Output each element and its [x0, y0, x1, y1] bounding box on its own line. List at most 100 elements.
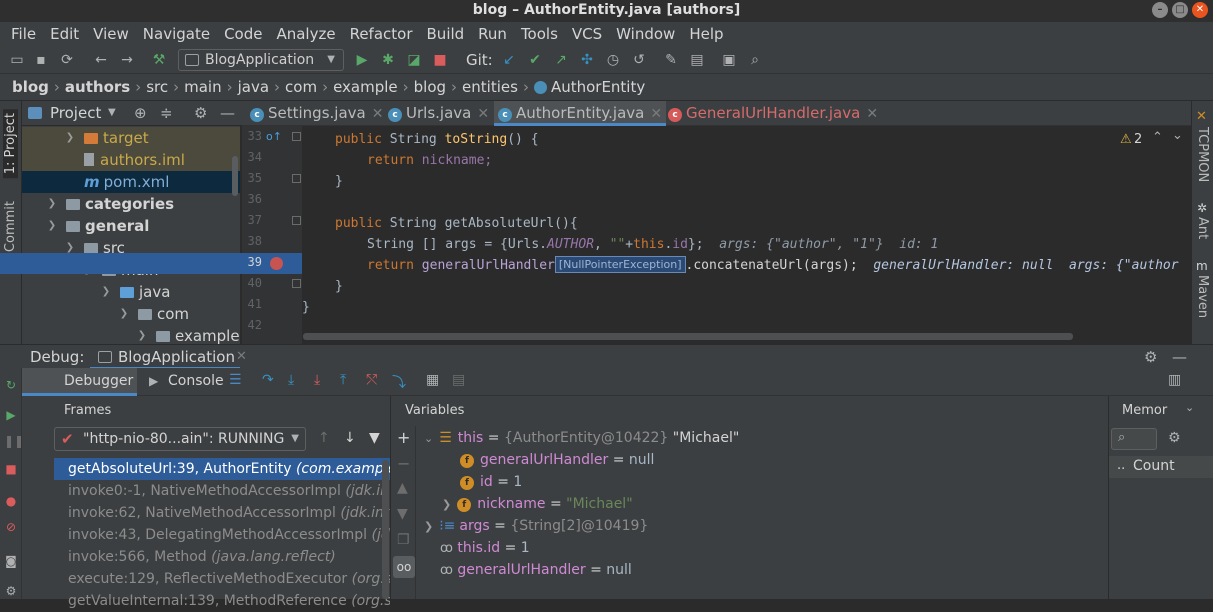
collapse-all-icon[interactable]: ≑ [160, 101, 173, 125]
gear-icon[interactable]: ⚙ [4, 584, 18, 598]
menu-lines-icon[interactable]: ☰ [229, 372, 242, 388]
frame-row[interactable]: invoke:566, Method (java.lang.reflect) [54, 546, 390, 568]
close-window-button[interactable]: ✕ [1192, 2, 1208, 18]
tree-item-general[interactable]: ❯ general [22, 215, 240, 237]
menu-window[interactable]: Window [609, 25, 682, 43]
warning-icon[interactable]: ⚠ [1120, 132, 1132, 147]
menu-refactor[interactable]: Refactor [343, 25, 420, 43]
minimize-button[interactable]: – [1152, 2, 1168, 18]
save-icon[interactable]: ▪ [32, 51, 50, 69]
trace-icon[interactable]: ▤ [452, 372, 465, 388]
hide-panel-icon[interactable]: — [220, 101, 235, 125]
close-icon[interactable]: ✕ [866, 106, 878, 122]
ant-tool-tab[interactable]: Ant [1195, 217, 1210, 239]
gear-icon[interactable]: ⚙ [1168, 430, 1181, 446]
git-merge-icon[interactable]: ✣ [578, 51, 596, 69]
run-icon[interactable]: ▶ [353, 51, 371, 69]
maven-tool-tab[interactable]: Maven [1195, 275, 1210, 318]
crumb-entities[interactable]: entities [462, 78, 518, 96]
forward-arrow-icon[interactable]: → [118, 51, 136, 69]
build-hammer-icon[interactable]: ⚒ [150, 51, 168, 69]
git-update-icon[interactable]: ↙ [500, 51, 518, 69]
duplicate-icon[interactable]: ❐ [397, 532, 410, 548]
tree-item-categories[interactable]: ❯ categories [22, 193, 240, 215]
debug-bug-icon[interactable]: ✱ [379, 51, 397, 69]
var-id[interactable]: f id = 1 [460, 471, 522, 493]
tab-urls-java[interactable]: c Urls.java ✕ [388, 101, 489, 126]
watch-this-id[interactable]: oo this.id = 1 [440, 537, 530, 559]
crumb-java[interactable]: java [238, 78, 269, 96]
git-push-icon[interactable]: ↗ [552, 51, 570, 69]
gear-icon[interactable]: ⚙ [194, 101, 207, 125]
open-folder-icon[interactable]: ▭ [8, 51, 26, 69]
memory-count-header[interactable]: Count [1133, 458, 1175, 474]
close-icon[interactable]: ✕ [236, 345, 247, 369]
stop-icon[interactable]: ■ [431, 51, 449, 69]
tree-item-target[interactable]: ❯ target [22, 127, 240, 149]
debug-session-tab[interactable]: BlogApplication [118, 345, 235, 369]
frame-row[interactable]: getValueInternal:139, MethodReference (o… [54, 590, 390, 612]
close-icon[interactable]: ✕ [372, 106, 384, 122]
maximize-button[interactable]: □ [1172, 2, 1188, 18]
frame-row[interactable]: execute:129, ReflectiveMethodExecutor (o… [54, 568, 390, 590]
crumb-src[interactable]: src [146, 78, 168, 96]
menu-run[interactable]: Run [471, 25, 514, 43]
menu-edit[interactable]: Edit [43, 25, 86, 43]
filter-icon[interactable]: ▼ [369, 430, 380, 446]
crumb-authorentity[interactable]: AuthorEntity [551, 78, 645, 96]
project-view-selector[interactable]: Project [50, 101, 101, 125]
exception-badge[interactable]: [NullPointerException] [554, 256, 686, 273]
crumb-main[interactable]: main [184, 78, 221, 96]
tab-settings-java[interactable]: c Settings.java ✕ [250, 101, 383, 126]
stop-icon[interactable]: ■ [4, 462, 18, 476]
tree-item-example[interactable]: ❯ example [22, 325, 240, 344]
git-commit-icon[interactable]: ✔ [526, 51, 544, 69]
tree-item-authors-iml[interactable]: authors.iml [22, 149, 240, 171]
override-marker-icon[interactable]: o↑ [266, 130, 282, 143]
tcpmon-tool-tab[interactable]: TCPMON [1195, 127, 1210, 182]
sync-icon[interactable]: ⟳ [58, 51, 76, 69]
var-nickname[interactable]: ❯ f nickname = "Michael" [442, 493, 633, 515]
coverage-icon[interactable]: ◪ [405, 51, 423, 69]
drop-frame-icon[interactable]: ⤲ [366, 372, 377, 388]
var-this[interactable]: ⌄ ☰ this = {AuthorEntity@10422} "Michael" [424, 427, 739, 449]
menu-navigate[interactable]: Navigate [136, 25, 217, 43]
project-tool-tab[interactable]: 1: Project [3, 109, 18, 179]
menu-vcs[interactable]: VCS [565, 25, 609, 43]
menu-help[interactable]: Help [682, 25, 730, 43]
camera-icon[interactable]: ◙ [4, 554, 18, 568]
fold-icon[interactable] [292, 174, 301, 183]
fold-icon[interactable] [292, 216, 301, 225]
settings-wrench-icon[interactable]: ✎ [662, 51, 680, 69]
crumb-example[interactable]: example [333, 78, 398, 96]
step-into-icon[interactable]: ⤓ [288, 372, 294, 388]
chevron-down-icon[interactable]: ⌄ [1185, 401, 1194, 414]
project-structure-icon[interactable]: ▤ [688, 51, 706, 69]
menu-build[interactable]: Build [420, 25, 472, 43]
breakpoint-icon[interactable] [270, 257, 283, 270]
menu-tools[interactable]: Tools [514, 25, 565, 43]
pause-icon[interactable]: ❚❚ [4, 434, 24, 448]
chevron-down-icon[interactable]: ❯ [136, 325, 148, 344]
thread-selector[interactable]: ✔ "http-nio-80...ain": RUNNING ▼ [54, 427, 306, 451]
chevron-down-icon[interactable]: ▼ [108, 101, 116, 125]
layout-icon[interactable]: ▥ [1168, 372, 1181, 388]
chevron-right-icon[interactable]: ❯ [442, 498, 451, 511]
step-out-icon[interactable]: ⤒ [340, 372, 346, 388]
frame-row[interactable]: getAbsoluteUrl:39, AuthorEntity (com.exa… [54, 458, 390, 480]
watch-generalurlhandler[interactable]: oo generalUrlHandler = null [440, 559, 632, 581]
window-layout-icon[interactable]: ▣ [720, 51, 738, 69]
tree-scrollbar[interactable] [232, 156, 238, 196]
tab-console[interactable]: Console [168, 373, 224, 389]
gear-icon[interactable]: ⚙ [1144, 345, 1157, 369]
locate-target-icon[interactable]: ⊕ [134, 101, 147, 125]
tab-authorentity-java[interactable]: c AuthorEntity.java ✕ [494, 101, 667, 126]
tree-item-pom[interactable]: m pom.xml [22, 171, 240, 193]
var-args[interactable]: ❯ ⁝≡ args = {String[2]@10419} [424, 515, 648, 537]
memory-search-input[interactable]: ⌕ [1111, 428, 1157, 450]
move-up-icon[interactable]: ▲ [397, 480, 408, 496]
add-watch-icon[interactable]: + [397, 428, 410, 447]
fold-icon[interactable] [292, 279, 301, 288]
tree-item-java[interactable]: ❯ java [22, 281, 240, 303]
chevron-right-icon[interactable]: ❯ [424, 520, 433, 533]
